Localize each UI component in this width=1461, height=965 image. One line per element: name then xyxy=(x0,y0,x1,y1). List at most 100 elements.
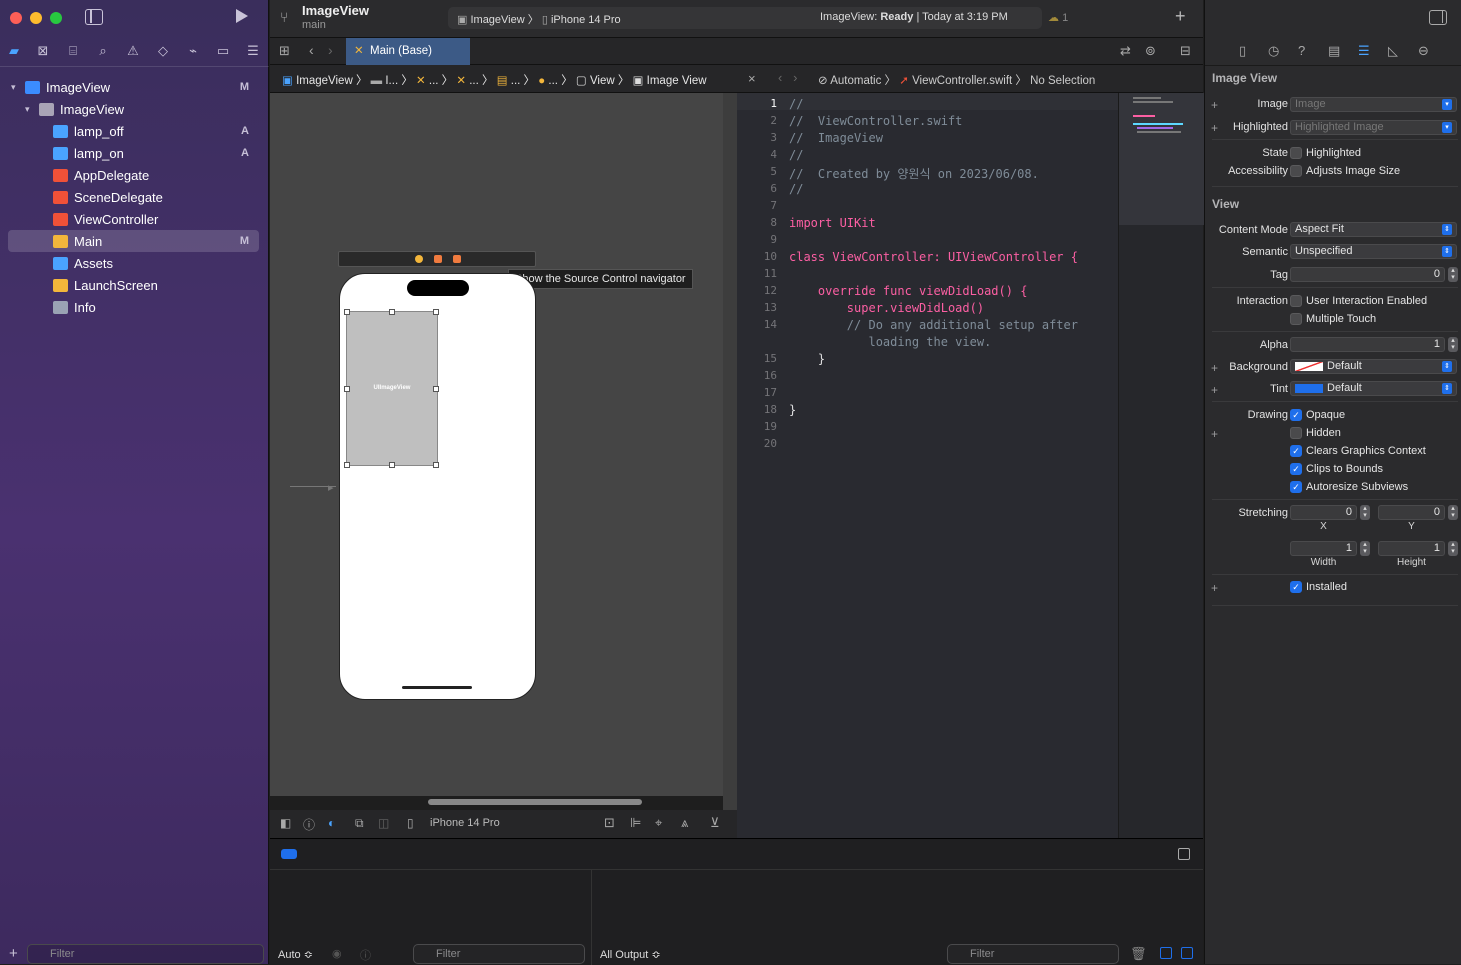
breadcrumb-item[interactable]: View xyxy=(590,75,615,87)
clips-to-bounds-checkbox[interactable]: ✓ xyxy=(1290,463,1302,475)
tab-main-base[interactable]: ✕ Main (Base) xyxy=(346,38,470,65)
breakpoint-icon[interactable]: ▭ xyxy=(214,43,232,59)
stretch-width-field[interactable]: 1 xyxy=(1290,541,1357,556)
inspector-toggle-icon[interactable] xyxy=(1429,10,1447,25)
search-icon[interactable]: ⌕ xyxy=(94,43,112,59)
highlighted-image-select[interactable]: Highlighted Image ▾ xyxy=(1290,120,1457,135)
minimap[interactable] xyxy=(1118,93,1204,838)
hidden-checkbox[interactable] xyxy=(1290,427,1302,439)
test-icon[interactable]: ◇ xyxy=(154,43,172,59)
history-icon[interactable]: ◷ xyxy=(1268,43,1279,59)
variables-filter-input[interactable]: Filter xyxy=(413,944,585,964)
scheme-selector[interactable]: ▣ ImageView 〉 ▯ iPhone 14 Pro xyxy=(457,11,621,27)
resize-handle[interactable] xyxy=(389,462,395,468)
scene-dock[interactable] xyxy=(338,251,536,267)
console-view-icon[interactable] xyxy=(1181,947,1193,959)
add-variation-icon[interactable]: + xyxy=(1211,581,1218,595)
interface-builder-canvas[interactable]: Show the Source Control navigator UIImag… xyxy=(270,93,732,805)
back-icon[interactable]: ‹ › xyxy=(778,70,798,85)
add-icon[interactable]: + xyxy=(1175,6,1186,27)
exit-icon[interactable] xyxy=(453,255,461,263)
breadcrumb-item[interactable]: Image View xyxy=(647,75,707,87)
installed-checkbox[interactable]: ✓ xyxy=(1290,581,1302,593)
breadcrumb-item[interactable]: ... xyxy=(511,75,521,87)
close-window-button[interactable] xyxy=(10,12,22,24)
forward-icon[interactable]: › xyxy=(328,42,333,58)
attributes-icon[interactable]: ☰ xyxy=(1358,43,1370,59)
tint-color-select[interactable]: Default ⇕ xyxy=(1290,381,1457,396)
viewcontroller-icon[interactable] xyxy=(415,255,423,263)
stretch-height-field[interactable]: 1 xyxy=(1378,541,1445,556)
file-icon[interactable]: ▯ xyxy=(1239,43,1246,59)
breadcrumb-item[interactable]: ... xyxy=(469,75,479,87)
highlighted-checkbox[interactable] xyxy=(1290,147,1302,159)
resize-handle[interactable] xyxy=(344,309,350,315)
autoresize-subviews-checkbox[interactable]: ✓ xyxy=(1290,481,1302,493)
accessibility-icon[interactable]: ⓘ xyxy=(303,816,315,833)
trash-icon[interactable]: 🗑 xyxy=(1130,946,1147,962)
resize-handle[interactable] xyxy=(433,386,439,392)
nav-item-project[interactable]: ImageView M xyxy=(8,76,259,98)
breadcrumb-item[interactable]: ViewController.swift xyxy=(912,75,1012,87)
info-icon[interactable]: ⓘ xyxy=(360,947,371,963)
nav-item-scenedelegate[interactable]: SceneDelegate xyxy=(8,186,259,208)
device-config-button[interactable]: iPhone 14 Pro xyxy=(430,817,500,829)
navigator-filter-input[interactable]: Filter xyxy=(27,944,264,964)
tag-stepper[interactable]: ▴ ▾ xyxy=(1448,267,1458,282)
assistant-breadcrumb[interactable]: ⊘ Automatic 〉 ➚ ViewController.swift 〉 N… xyxy=(818,72,1095,88)
resize-handle[interactable] xyxy=(433,462,439,468)
stretch-height-stepper[interactable]: ▴ ▾ xyxy=(1448,541,1458,556)
variables-scope-select[interactable]: Auto ≎ xyxy=(278,948,313,961)
breadcrumb[interactable]: ▣ ImageView 〉 ▬ I... 〉 ✕ ... 〉 ✕ ... 〉 ▤… xyxy=(282,72,707,88)
background-color-select[interactable]: Default ⇕ xyxy=(1290,359,1457,374)
stretch-y-stepper[interactable]: ▴ ▾ xyxy=(1448,505,1458,520)
semantic-select[interactable]: Unspecified ⇕ xyxy=(1290,244,1457,259)
source-editor[interactable]: 1 // 2 // ViewController.swift 3 // ImageView… xyxy=(737,93,1118,838)
nav-item-viewcontroller[interactable]: ViewController xyxy=(8,208,259,230)
stretch-y-field[interactable]: 0 xyxy=(1378,505,1445,520)
variables-view-icon[interactable] xyxy=(1160,947,1172,959)
nav-item-lamp-off[interactable]: lamp_off A xyxy=(8,120,259,142)
tag-field[interactable]: 0 xyxy=(1290,267,1445,282)
first-responder-icon[interactable] xyxy=(434,255,442,263)
zoom-window-button[interactable] xyxy=(50,12,62,24)
resize-handle[interactable] xyxy=(389,309,395,315)
stretch-width-stepper[interactable]: ▴ ▾ xyxy=(1360,541,1370,556)
stretch-x-stepper[interactable]: ▴ ▾ xyxy=(1360,505,1370,520)
console-filter-input[interactable]: Filter xyxy=(947,944,1119,964)
swap-icon[interactable]: ⇄ xyxy=(1120,43,1131,59)
debug-icon[interactable]: ⌁ xyxy=(184,43,202,59)
nav-item-main[interactable]: Main M xyxy=(8,230,259,252)
uiimageview[interactable]: UIImageView xyxy=(346,311,438,466)
pin-icon[interactable]: ⌖ xyxy=(655,815,662,831)
adjust-icon[interactable]: ⊚ xyxy=(1145,43,1156,59)
clears-graphics-checkbox[interactable]: ✓ xyxy=(1290,445,1302,457)
align-icon[interactable]: ⊫ xyxy=(630,815,641,831)
horizontal-scrollbar[interactable] xyxy=(428,799,642,805)
image-select[interactable]: Image ▾ xyxy=(1290,97,1457,112)
nav-item-group[interactable]: ImageView xyxy=(8,98,259,120)
split-editor-icon[interactable]: ⊟ xyxy=(1180,43,1191,59)
fit-icon[interactable]: ⊡ xyxy=(604,815,615,831)
breadcrumb-item[interactable]: ... xyxy=(548,75,558,87)
breadcrumb-item[interactable]: No Selection xyxy=(1030,75,1095,87)
alpha-stepper[interactable]: ▴ ▾ xyxy=(1448,337,1458,352)
alpha-field[interactable]: 1 xyxy=(1290,337,1445,352)
grid-icon[interactable]: ⊞ xyxy=(279,43,290,59)
device-icon[interactable]: ▯ xyxy=(407,816,414,830)
nav-item-assets[interactable]: Assets xyxy=(8,252,259,274)
stretch-x-field[interactable]: 0 xyxy=(1290,505,1357,520)
connections-icon[interactable]: ⊖ xyxy=(1418,43,1429,59)
output-select[interactable]: All Output ≎ xyxy=(600,948,661,961)
sidebar-toggle-icon[interactable] xyxy=(85,9,103,25)
close-icon[interactable]: × xyxy=(748,71,756,86)
source-control-icon[interactable]: ⊠ xyxy=(34,43,52,59)
breadcrumb-item[interactable]: Automatic xyxy=(830,75,881,87)
add-icon[interactable]: + xyxy=(9,945,18,962)
breadcrumb-item[interactable]: I... xyxy=(385,75,398,87)
folder-icon[interactable]: ▰ xyxy=(5,43,23,59)
report-icon[interactable]: ☰ xyxy=(244,43,262,59)
help-icon[interactable]: ? xyxy=(1298,43,1305,58)
back-icon[interactable]: ‹ xyxy=(309,42,314,58)
eye-icon[interactable]: ◉ xyxy=(332,947,342,960)
